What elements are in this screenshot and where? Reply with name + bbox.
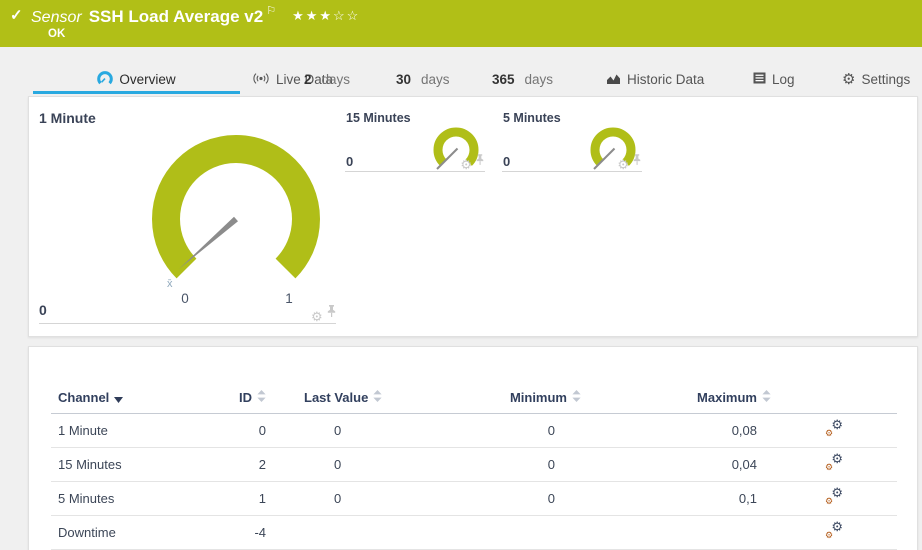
gauges-panel: 1 Minute x̄ 0 1 0 ⚙ 15 Minutes 0 ⚙ 5 Min… bbox=[28, 96, 918, 337]
cell-last-value: 0 bbox=[266, 481, 411, 516]
channel-settings-icon[interactable]: ⚙ ⚙ bbox=[825, 451, 843, 472]
tab-number: 365 bbox=[492, 72, 515, 87]
tab-2-days[interactable]: 2 days bbox=[304, 47, 350, 96]
column-header-id[interactable]: ID bbox=[201, 383, 266, 414]
cell-minimum: 0 bbox=[411, 481, 581, 516]
column-header-actions bbox=[771, 383, 897, 414]
cell-maximum bbox=[581, 515, 771, 550]
gauge-block-15-minutes: 15 Minutes 0 ⚙ bbox=[345, 109, 485, 172]
chevron-down-icon bbox=[114, 397, 124, 404]
gauge-scale-min: 0 bbox=[181, 291, 189, 306]
tab-label: Log bbox=[772, 72, 795, 87]
gauge-underline bbox=[39, 323, 336, 324]
object-kind-label: Sensor bbox=[31, 9, 82, 26]
broadcast-icon bbox=[252, 72, 270, 88]
tab-overview[interactable]: Overview bbox=[33, 47, 240, 96]
table-row-downtime[interactable]: Downtime -4 ⚙ ⚙ bbox=[51, 515, 897, 550]
cell-maximum: 0,1 bbox=[581, 481, 771, 516]
cell-last-value: 0 bbox=[266, 447, 411, 482]
status-check-icon: ✓ bbox=[10, 7, 23, 24]
gauge-settings-icon[interactable]: ⚙ bbox=[311, 310, 323, 323]
cell-channel[interactable]: 1 Minute bbox=[51, 413, 201, 448]
cell-minimum bbox=[411, 515, 581, 550]
table-row-15-minutes[interactable]: 15 Minutes 2 0 0 0,04 ⚙ ⚙ bbox=[51, 447, 897, 482]
flag-icon[interactable]: ⚐ bbox=[266, 5, 276, 17]
gauge-settings-icon[interactable]: ⚙ bbox=[460, 158, 472, 171]
tab-bar: Overview Live Data 2 days 30 days 365 da… bbox=[0, 47, 922, 96]
tab-number: 30 bbox=[396, 72, 412, 87]
gear-icon: ⚙ bbox=[842, 71, 856, 88]
gauge-current-value: 0 bbox=[346, 154, 354, 169]
cell-id: 2 bbox=[201, 447, 266, 482]
cell-minimum: 0 bbox=[411, 447, 581, 482]
cell-channel[interactable]: 15 Minutes bbox=[51, 447, 201, 482]
column-header-minimum[interactable]: Minimum bbox=[411, 383, 581, 414]
pin-icon[interactable] bbox=[476, 153, 484, 171]
gauge-title-5-minutes: 5 Minutes bbox=[503, 111, 561, 125]
tab-unit: days bbox=[321, 72, 351, 87]
tab-unit: days bbox=[421, 72, 450, 87]
column-header-last-value[interactable]: Last Value bbox=[266, 383, 411, 414]
log-list-icon bbox=[753, 72, 766, 87]
column-header-maximum[interactable]: Maximum bbox=[581, 383, 771, 414]
column-header-channel[interactable]: Channel bbox=[51, 383, 201, 414]
cell-channel[interactable]: Downtime bbox=[51, 515, 201, 550]
gauge-settings-icon[interactable]: ⚙ bbox=[617, 158, 629, 171]
channels-panel: Channel ID Last Value Minimum Maximum 1 … bbox=[28, 346, 918, 550]
gauge-block-5-minutes: 5 Minutes 0 ⚙ bbox=[502, 109, 642, 172]
tab-unit: days bbox=[524, 72, 554, 87]
gauge-current-value: 0 bbox=[503, 154, 511, 169]
cell-id: 1 bbox=[201, 481, 266, 516]
tab-365-days[interactable]: 365 days bbox=[492, 47, 553, 96]
cell-id: -4 bbox=[201, 515, 266, 550]
mean-marker: x̄ bbox=[167, 278, 173, 290]
area-chart-icon bbox=[606, 72, 621, 88]
tab-label: Historic Data bbox=[627, 72, 705, 87]
gauge-icon bbox=[97, 71, 114, 88]
page-title: SSH Load Average v2 bbox=[88, 7, 264, 26]
table-row-1-minute[interactable]: 1 Minute 0 0 0 0,08 ⚙ ⚙ bbox=[51, 413, 897, 448]
cell-minimum: 0 bbox=[411, 413, 581, 448]
tab-log[interactable]: Log bbox=[753, 47, 795, 96]
gauge-title-1-minute: 1 Minute bbox=[39, 110, 96, 126]
pin-icon[interactable] bbox=[327, 305, 336, 323]
cell-maximum: 0,08 bbox=[581, 413, 771, 448]
cell-last-value bbox=[266, 515, 411, 550]
sort-icon bbox=[373, 390, 382, 403]
sort-icon bbox=[762, 390, 771, 403]
status-badge: OK bbox=[48, 28, 66, 40]
tab-30-days[interactable]: 30 days bbox=[396, 47, 450, 96]
table-header-row: Channel ID Last Value Minimum Maximum bbox=[51, 383, 897, 414]
tab-number: 2 bbox=[304, 72, 312, 87]
sort-icon bbox=[257, 390, 266, 403]
tab-label: Settings bbox=[861, 72, 911, 87]
tab-label: Overview bbox=[119, 72, 176, 87]
channel-settings-icon[interactable]: ⚙ ⚙ bbox=[825, 485, 843, 506]
channel-settings-icon[interactable]: ⚙ ⚙ bbox=[825, 417, 843, 438]
tab-settings[interactable]: ⚙ Settings bbox=[842, 47, 910, 96]
gauge-1-minute bbox=[152, 135, 320, 279]
cell-maximum: 0,04 bbox=[581, 447, 771, 482]
pin-icon[interactable] bbox=[633, 153, 641, 171]
table-row-5-minutes[interactable]: 5 Minutes 1 0 0 0,1 ⚙ ⚙ bbox=[51, 481, 897, 516]
sensor-status-header: ✓ Sensor SSH Load Average v2 ⚐ ★★★☆☆ OK bbox=[0, 0, 922, 47]
gauge-scale-max: 1 bbox=[285, 291, 293, 306]
cell-id: 0 bbox=[201, 413, 266, 448]
cell-channel[interactable]: 5 Minutes bbox=[51, 481, 201, 516]
channel-settings-icon[interactable]: ⚙ ⚙ bbox=[825, 519, 843, 540]
gauge-title-15-minutes: 15 Minutes bbox=[346, 111, 411, 125]
cell-last-value: 0 bbox=[266, 413, 411, 448]
channel-table: Channel ID Last Value Minimum Maximum 1 … bbox=[51, 383, 897, 550]
priority-stars[interactable]: ★★★☆☆ bbox=[292, 8, 360, 23]
gauge-current-value: 0 bbox=[39, 302, 47, 318]
tab-historic-data[interactable]: Historic Data bbox=[606, 47, 704, 96]
sort-icon bbox=[572, 390, 581, 403]
